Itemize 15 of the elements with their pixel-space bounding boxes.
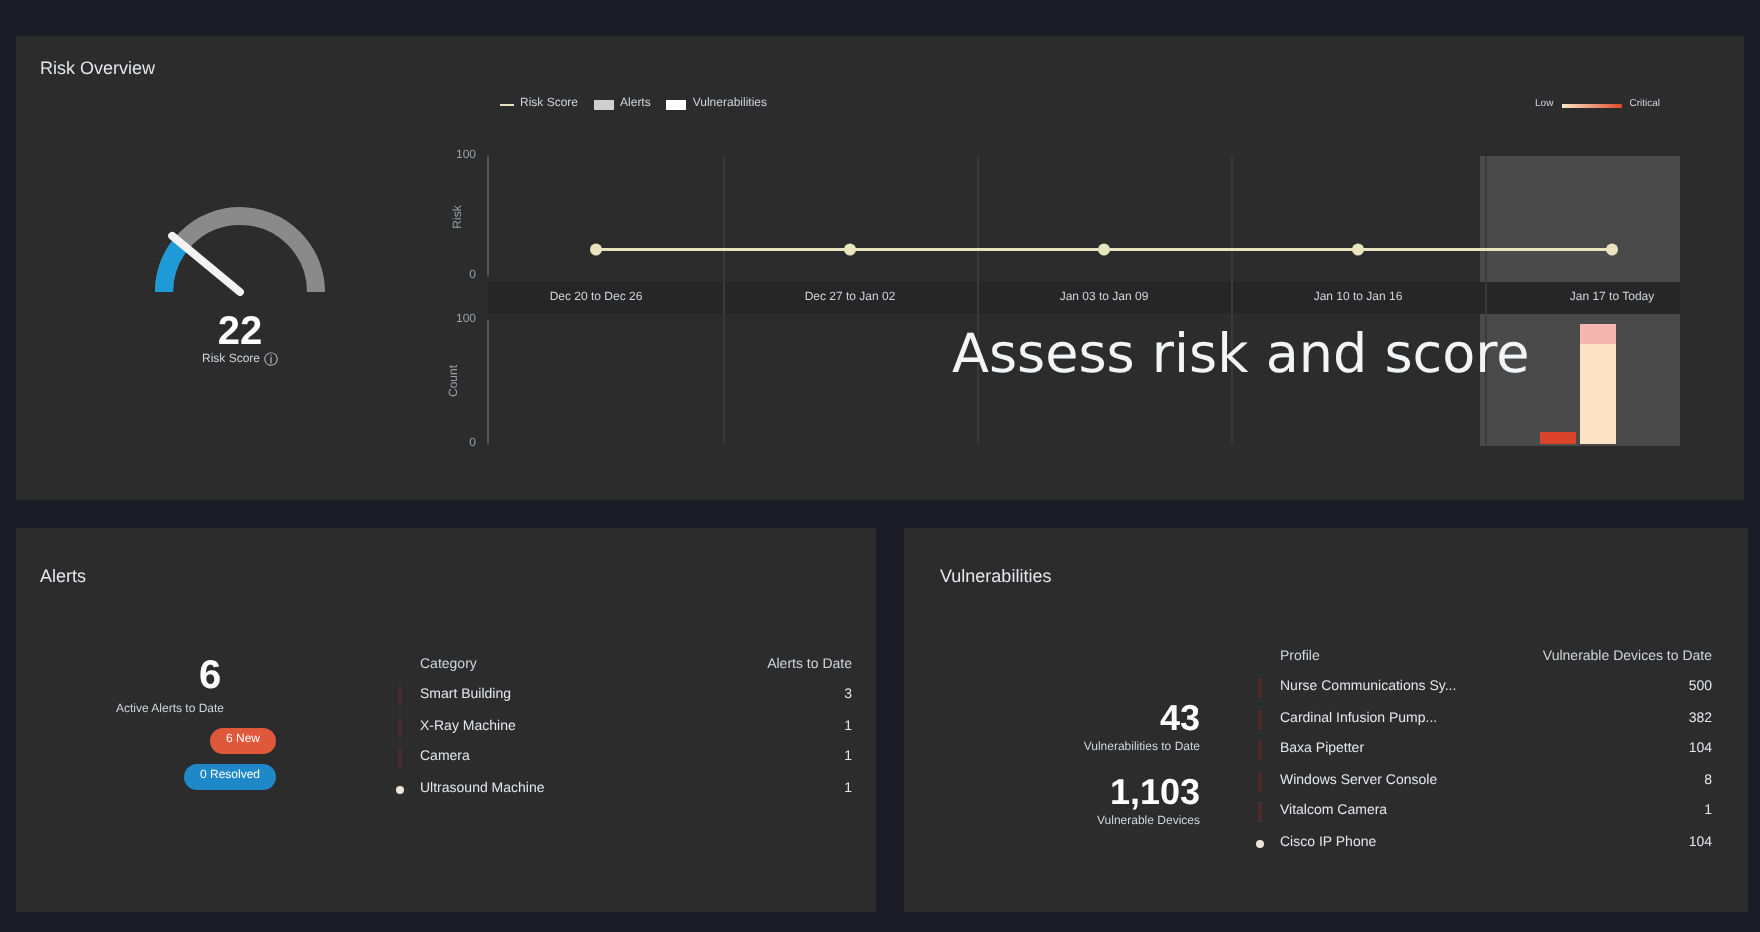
bar-drawing — [1540, 319, 1620, 447]
stat-value: 43 — [1159, 699, 1200, 735]
stat-value: 1,103 — [1109, 773, 1200, 809]
panel-title: Alerts — [40, 564, 89, 590]
data-point — [590, 242, 602, 255]
data-point — [1606, 242, 1618, 255]
panel-title: Risk Overview — [40, 56, 158, 82]
data-point — [844, 242, 856, 255]
data-point — [1098, 242, 1110, 255]
legend-line-icon — [500, 104, 514, 106]
data-point — [1352, 242, 1364, 255]
panel-title: Vulnerabilities — [940, 564, 1054, 590]
caption-overlay: Assess risk and score — [952, 321, 1530, 389]
alert-count: 6 — [196, 655, 222, 695]
risk-score-value: 22 — [217, 311, 263, 351]
